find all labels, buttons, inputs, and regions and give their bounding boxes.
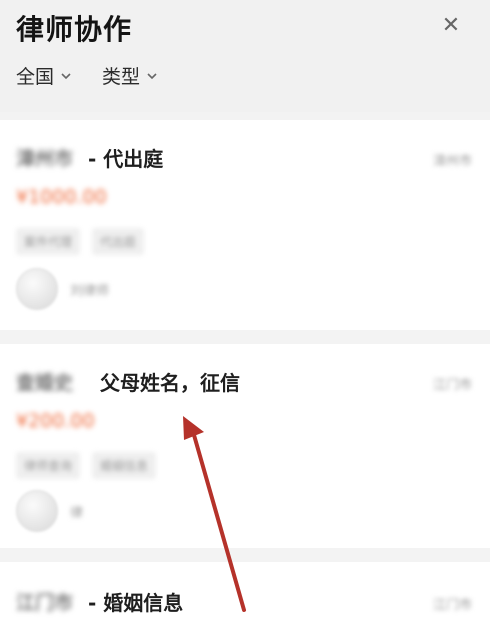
case-region: 江门市 (432, 378, 472, 393)
avatar (16, 268, 58, 310)
case-title: - 代出庭 (88, 147, 164, 171)
case-location: 查婚史 (16, 372, 74, 394)
close-icon: ✕ (441, 12, 461, 38)
case-region: 江门市 (432, 598, 472, 613)
tag: 婚姻信息 (92, 452, 157, 479)
region-filter-label: 全国 (16, 66, 55, 88)
tag: 律师查询 (16, 452, 81, 479)
case-title: 父母姓名，征信 (100, 371, 240, 395)
tag: 代出庭 (92, 228, 145, 255)
case-price: ¥1000.00 (16, 186, 107, 208)
case-region: 漳州市 (432, 154, 472, 169)
tag: 案件代理 (16, 228, 81, 255)
case-card[interactable]: 江门市 - 婚姻信息 江门市 (0, 562, 490, 618)
region-filter[interactable]: 全国 (16, 62, 72, 89)
close-button[interactable]: ✕ (436, 10, 466, 40)
filter-bar: 全国 类型 (16, 62, 158, 89)
case-tags: 律师查询 婚姻信息 (16, 452, 157, 479)
chevron-down-icon (146, 70, 158, 82)
lawyer-name: 律 (70, 506, 84, 521)
case-card[interactable]: 漳州市 - 代出庭 漳州市 ¥1000.00 案件代理 代出庭 刘律师 (0, 120, 490, 330)
case-location: 江门市 (16, 592, 74, 614)
case-location: 漳州市 (16, 148, 74, 170)
case-price: ¥200.00 (16, 410, 95, 432)
case-tags: 案件代理 代出庭 (16, 228, 145, 255)
case-title: - 婚姻信息 (88, 591, 184, 615)
type-filter-label: 类型 (102, 66, 141, 88)
header: 律师协作 ✕ 全国 类型 (0, 0, 490, 112)
case-card[interactable]: 查婚史 父母姓名，征信 江门市 ¥200.00 律师查询 婚姻信息 律 (0, 344, 490, 548)
page-title: 律师协作 (16, 13, 133, 46)
type-filter[interactable]: 类型 (102, 62, 158, 89)
screen: 律师协作 ✕ 全国 类型 漳州市 - 代出庭 漳州市 ¥1000.00 案件代理… (0, 0, 490, 618)
lawyer-name: 刘律师 (70, 284, 110, 299)
chevron-down-icon (60, 70, 72, 82)
avatar (16, 490, 58, 532)
